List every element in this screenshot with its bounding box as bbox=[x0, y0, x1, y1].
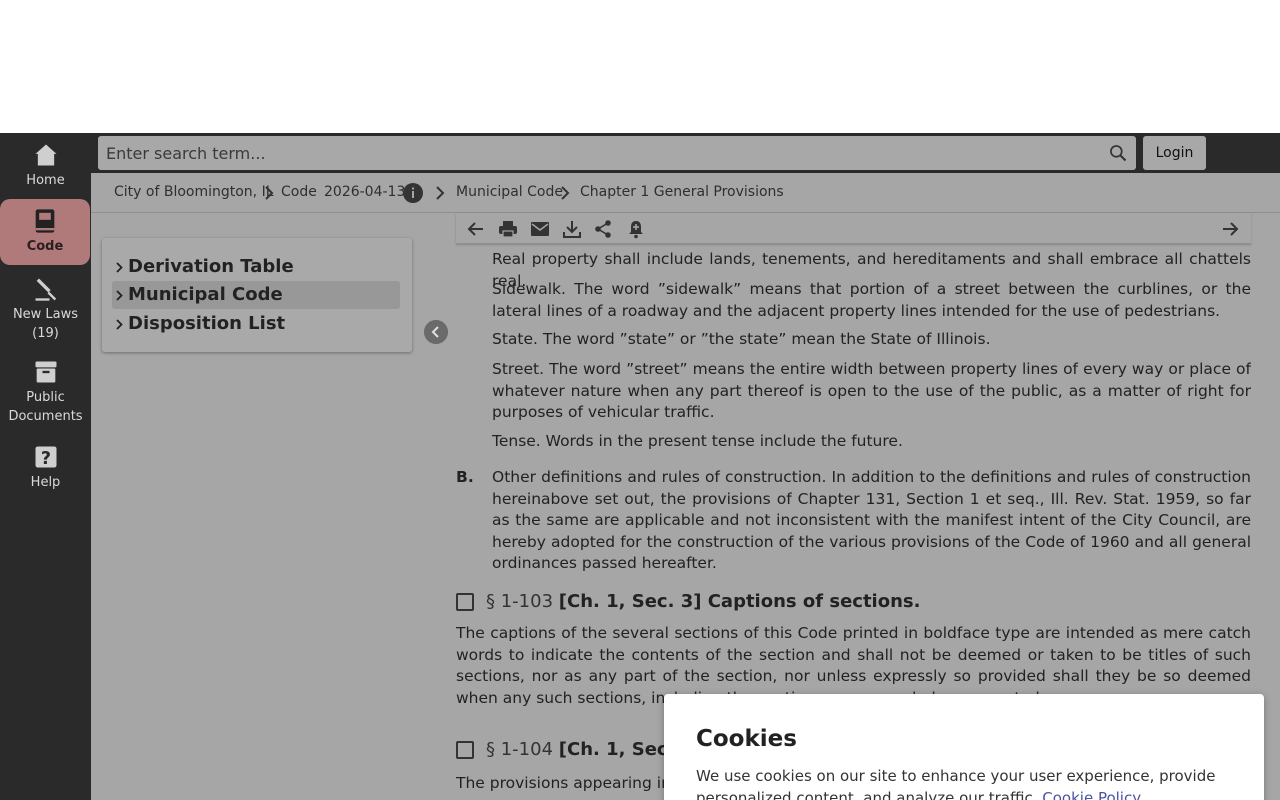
search-input[interactable] bbox=[106, 141, 1086, 165]
download-icon[interactable] bbox=[562, 219, 582, 239]
list-marker: B. bbox=[456, 468, 474, 486]
breadcrumb-city[interactable]: City of Bloomington, IL bbox=[114, 184, 274, 200]
cookie-message: We use cookies on our site to enhance yo… bbox=[696, 765, 1236, 800]
definition-paragraph: Tense. Words in the present tense includ… bbox=[492, 432, 903, 450]
chevron-right-icon bbox=[116, 290, 123, 301]
toc-item-label: Derivation Table bbox=[128, 256, 294, 277]
chevron-right-icon bbox=[116, 262, 123, 273]
back-arrow-icon[interactable] bbox=[466, 219, 486, 239]
nav-item-help[interactable]: ? Help bbox=[0, 443, 91, 493]
email-icon[interactable] bbox=[530, 219, 550, 239]
toc-item-label: Municipal Code bbox=[128, 284, 283, 305]
content-toolbar bbox=[456, 213, 1251, 244]
new-laws-count: (19) bbox=[32, 326, 59, 341]
toc-item-municipal-code[interactable]: Municipal Code bbox=[112, 281, 400, 309]
nav-item-label: Code bbox=[26, 239, 64, 254]
nav-item-label: Help bbox=[30, 475, 61, 490]
search-icon[interactable] bbox=[1108, 143, 1128, 163]
section-title: [Ch. 1, Sec. 3] Captions of sections. bbox=[558, 591, 921, 612]
cookie-dialog: Cookies We use cookies on our site to en… bbox=[664, 694, 1264, 800]
definition-paragraph: Street. The word ”street” means the enti… bbox=[492, 360, 1251, 421]
share-icon[interactable] bbox=[593, 219, 613, 239]
breadcrumb-chapter[interactable]: Chapter 1 General Provisions bbox=[580, 184, 784, 200]
breadcrumb-code[interactable]: Code bbox=[281, 184, 317, 200]
section-number[interactable]: § 1-104 bbox=[486, 739, 553, 760]
nav-item-label: Home bbox=[26, 173, 65, 188]
help-icon: ? bbox=[35, 446, 56, 469]
breadcrumb-date: 2026-04-13 bbox=[324, 184, 406, 200]
toc-item-label: Disposition List bbox=[128, 313, 286, 334]
section-heading: § 1-104 [Ch. 1, Sec. 4 bbox=[486, 739, 693, 761]
cookie-policy-link[interactable]: Cookie Policy bbox=[1042, 789, 1141, 800]
toc-item-derivation-table[interactable]: Derivation Table bbox=[112, 253, 400, 281]
breadcrumb-municipal-code[interactable]: Municipal Code bbox=[456, 184, 563, 200]
definition-paragraph: State. The word ”state” or ”the state” m… bbox=[492, 330, 991, 348]
definition-paragraph: Sidewalk. The word ”sidewalk” means that… bbox=[492, 280, 1251, 320]
toc-item-disposition-list[interactable]: Disposition List bbox=[112, 310, 400, 338]
chevron-right-icon bbox=[436, 186, 445, 200]
collapse-panel-button[interactable] bbox=[424, 320, 448, 344]
archive-icon bbox=[35, 361, 56, 383]
nav-item-home[interactable]: Home bbox=[0, 141, 91, 197]
header-bar: Login bbox=[91, 133, 1280, 173]
nav-item-code[interactable]: Code bbox=[0, 199, 90, 265]
section-checkbox[interactable] bbox=[456, 741, 474, 759]
search-box bbox=[98, 136, 1136, 170]
section-heading: § 1-103 [Ch. 1, Sec. 3] Captions of sect… bbox=[486, 591, 920, 613]
side-nav: Home Code New Laws (19) Public Documents… bbox=[0, 133, 91, 800]
cookie-title: Cookies bbox=[696, 726, 797, 752]
nav-item-label: Public Documents bbox=[8, 390, 83, 424]
nav-item-label: New Laws bbox=[12, 307, 79, 322]
breadcrumb: City of Bloomington, IL Code 2026-04-13 … bbox=[91, 173, 1280, 213]
forward-arrow-icon[interactable] bbox=[1220, 219, 1240, 239]
chevron-right-icon bbox=[265, 186, 274, 200]
home-icon bbox=[35, 144, 56, 166]
info-icon[interactable] bbox=[403, 183, 423, 203]
chevron-right-icon bbox=[116, 319, 123, 330]
section-checkbox[interactable] bbox=[456, 593, 474, 611]
blank-top-area bbox=[0, 0, 1280, 133]
svg-text:?: ? bbox=[40, 449, 50, 469]
alert-bell-icon[interactable] bbox=[626, 219, 646, 239]
definition-paragraph: Other definitions and rules of construct… bbox=[492, 468, 1251, 572]
book-icon bbox=[35, 209, 55, 233]
nav-item-public-documents[interactable]: Public Documents bbox=[0, 358, 91, 430]
toc-panel: Derivation Table Municipal Code Disposit… bbox=[102, 238, 412, 352]
gavel-icon bbox=[35, 278, 56, 301]
nav-item-new-laws[interactable]: New Laws (19) bbox=[0, 275, 91, 347]
print-icon[interactable] bbox=[498, 219, 518, 239]
chevron-right-icon bbox=[561, 186, 570, 200]
section-number[interactable]: § 1-103 bbox=[486, 591, 553, 612]
login-button[interactable]: Login bbox=[1143, 136, 1206, 170]
